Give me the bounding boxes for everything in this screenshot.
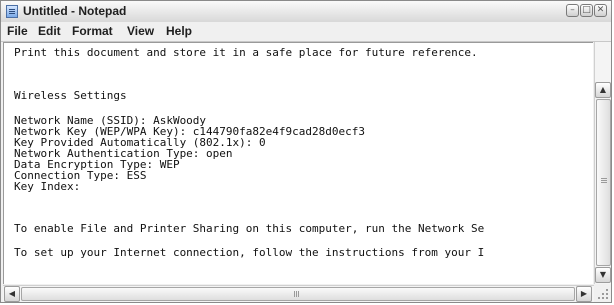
scroll-down-button[interactable]: ▼ xyxy=(595,267,611,283)
minimize-button[interactable]: – xyxy=(566,4,579,17)
vertical-scroll-thumb[interactable] xyxy=(596,99,611,266)
grip-icon xyxy=(294,291,295,297)
text-line: To enable File and Printer Sharing on th… xyxy=(14,222,485,235)
menu-view[interactable]: View xyxy=(127,24,154,38)
notepad-icon[interactable] xyxy=(6,5,18,18)
notepad-window: Untitled - Notepad – □ ✕ File Edit Forma… xyxy=(0,0,612,303)
menu-file[interactable]: File xyxy=(7,24,28,38)
text-editor[interactable]: Print this document and store it in a sa… xyxy=(3,42,593,284)
grip-icon xyxy=(601,178,607,179)
menu-format[interactable]: Format xyxy=(72,24,113,38)
title-bar[interactable]: Untitled - Notepad – □ ✕ xyxy=(1,1,611,23)
scroll-right-button[interactable]: ▶ xyxy=(576,286,592,302)
close-button[interactable]: ✕ xyxy=(594,4,607,17)
horizontal-scrollbar[interactable]: ◀ ▶ xyxy=(3,285,594,302)
text-line: Print this document and store it in a sa… xyxy=(14,46,478,59)
window-title: Untitled - Notepad xyxy=(23,4,127,18)
menu-edit[interactable]: Edit xyxy=(38,24,61,38)
menu-bar: File Edit Format View Help xyxy=(1,22,611,42)
text-line: Key Index: xyxy=(14,180,81,193)
text-line: To set up your Internet connection, foll… xyxy=(14,246,485,259)
scroll-up-button[interactable]: ▲ xyxy=(595,82,611,98)
horizontal-scroll-thumb[interactable] xyxy=(21,287,575,301)
menu-help[interactable]: Help xyxy=(166,24,192,38)
text-line: Wireless Settings xyxy=(14,89,127,102)
vertical-scrollbar[interactable]: ▲ ▼ xyxy=(594,42,611,284)
resize-grip-icon[interactable] xyxy=(594,285,611,302)
scroll-left-button[interactable]: ◀ xyxy=(4,286,20,302)
maximize-button[interactable]: □ xyxy=(580,4,593,17)
